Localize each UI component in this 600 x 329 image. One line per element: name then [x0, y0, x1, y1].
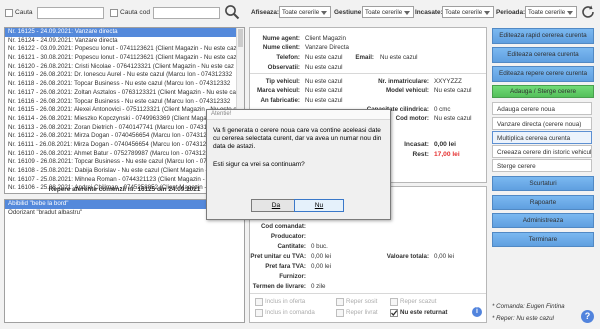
nu-button[interactable]: Nu [294, 199, 344, 212]
dialog-message: Va fi generata o cerere noua care va con… [213, 127, 382, 151]
dialog-titlebar: Atentie! [207, 110, 390, 120]
dialog-question: Esti sigur ca vrei sa continuam? [213, 161, 305, 168]
dialog-title: Atentie! [211, 111, 232, 117]
